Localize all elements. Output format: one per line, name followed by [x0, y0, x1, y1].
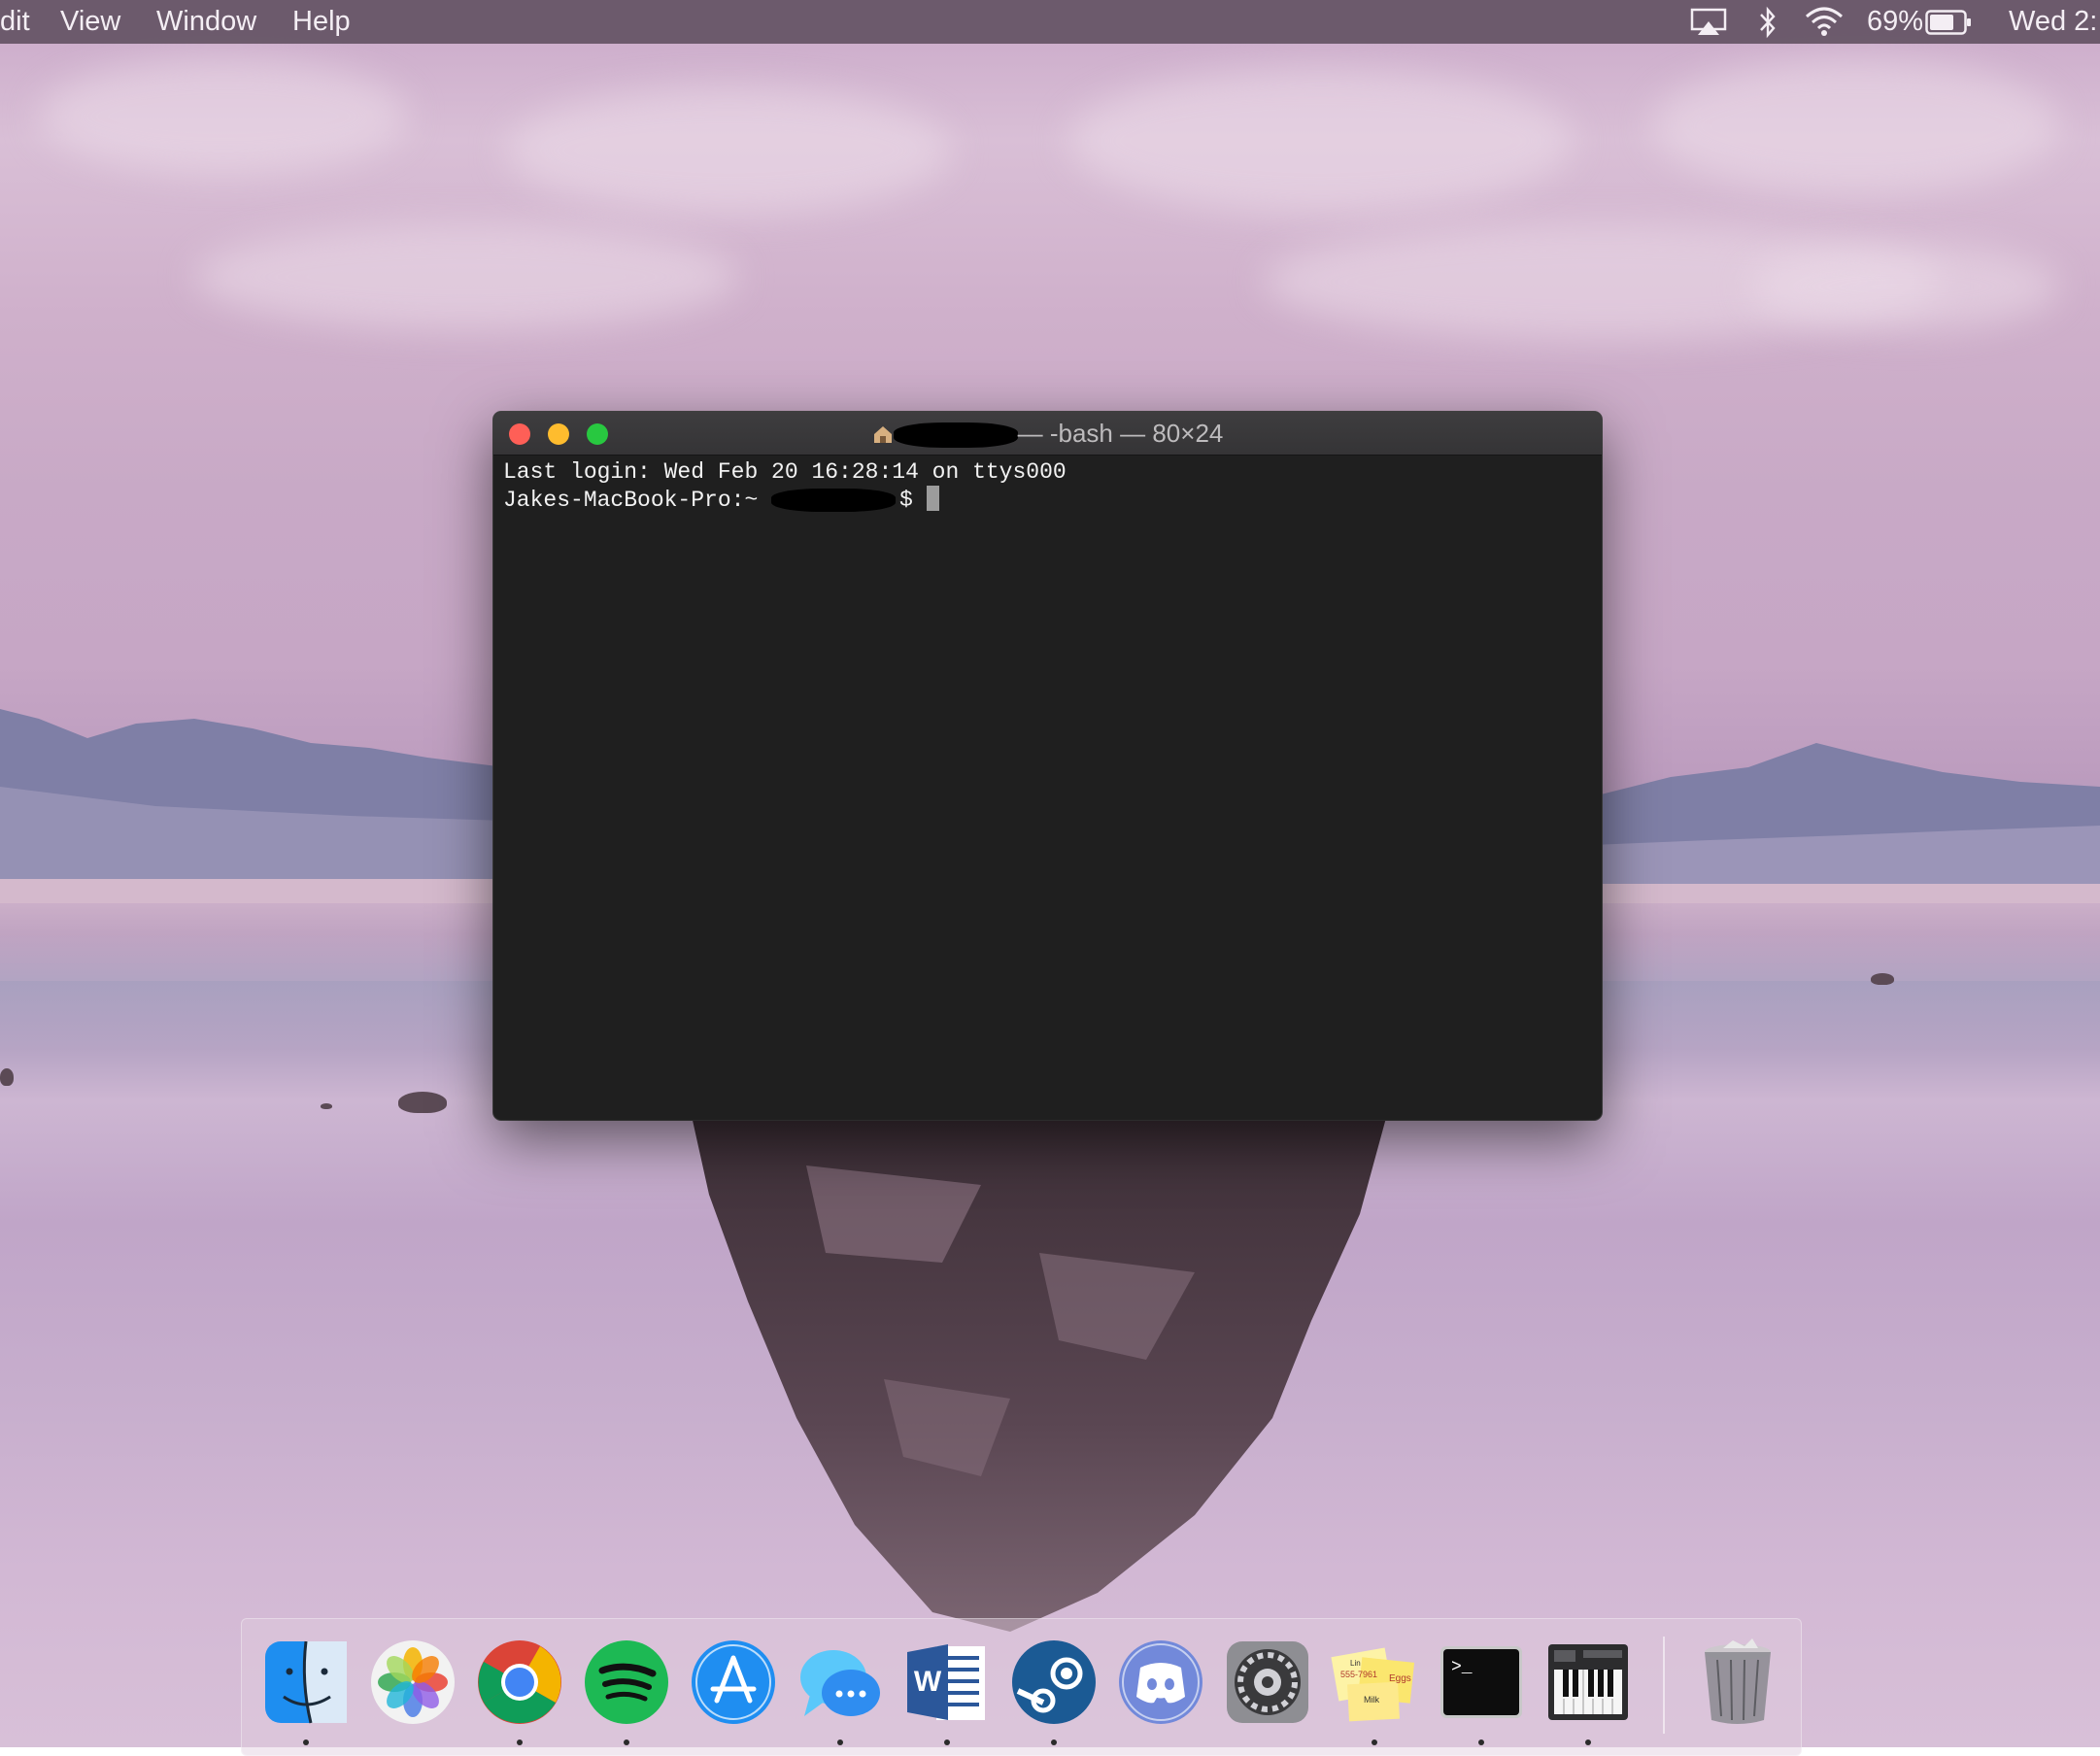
dock-separator — [1663, 1637, 1665, 1734]
redacted-username — [771, 489, 896, 512]
menu-bar: dit View Window Help 69% Wed 2: — [0, 0, 2100, 44]
word-icon[interactable]: W — [903, 1638, 991, 1726]
mountains-right — [1593, 738, 2100, 903]
menu-window[interactable]: Window — [156, 0, 256, 44]
title-bar[interactable]: — -bash — 80×24 — [493, 412, 1602, 456]
last-login-line: Last login: Wed Feb 20 16:28:14 on ttys0… — [503, 458, 1591, 486]
rock — [0, 1068, 14, 1086]
running-indicator-midi-keyboard — [1585, 1739, 1591, 1745]
running-indicator-finder — [303, 1739, 309, 1745]
dock: W Lin 555-7961 Eggs Milk >_ — [241, 1618, 1802, 1756]
spotify-icon[interactable] — [583, 1638, 670, 1726]
sticky-note-text-3: Eggs — [1389, 1673, 1411, 1684]
menu-clock[interactable]: Wed 2: — [2009, 0, 2097, 44]
menu-help[interactable]: Help — [292, 0, 351, 44]
bluetooth-icon[interactable] — [1758, 6, 1778, 39]
window-title-text: — -bash — 80×24 — [1018, 419, 1224, 448]
cloud — [505, 87, 952, 214]
text-cursor — [927, 486, 939, 511]
wifi-icon[interactable] — [1805, 6, 1844, 37]
prompt-host: Jakes-MacBook-Pro:~ — [503, 488, 771, 513]
sticky-note-text-1: Lin — [1350, 1659, 1361, 1668]
running-indicator-chrome — [517, 1739, 523, 1745]
airplay-icon[interactable] — [1690, 8, 1727, 37]
cloud — [1748, 243, 2059, 330]
photos-icon[interactable] — [369, 1638, 457, 1726]
cloud — [194, 223, 738, 330]
finder-icon[interactable] — [262, 1638, 350, 1726]
prompt-line: Jakes-MacBook-Pro:~ $ — [503, 486, 1591, 514]
sticky-note-text-2: 555-7961 — [1340, 1670, 1377, 1679]
running-indicator-stickies — [1372, 1739, 1377, 1745]
redacted-username — [894, 422, 1018, 448]
running-indicator-spotify — [624, 1739, 629, 1745]
messages-icon[interactable] — [796, 1638, 884, 1726]
menu-view[interactable]: View — [60, 0, 120, 44]
rock — [398, 1092, 447, 1113]
battery-icon[interactable] — [1925, 10, 1972, 35]
menu-edit[interactable]: dit — [0, 0, 30, 44]
chrome-icon[interactable] — [476, 1638, 563, 1726]
terminal-window[interactable]: — -bash — 80×24 Last login: Wed Feb 20 1… — [493, 412, 1602, 1120]
midi-keyboard-icon[interactable] — [1544, 1638, 1632, 1726]
rock — [1871, 973, 1894, 985]
running-indicator-steam — [1051, 1739, 1057, 1745]
cloud — [1068, 68, 1574, 214]
cloud — [1651, 58, 2059, 194]
terminal-icon-prompt: >_ — [1451, 1658, 1473, 1677]
cloud — [39, 58, 408, 175]
window-title: — -bash — 80×24 — [493, 412, 1602, 455]
system-preferences-icon[interactable] — [1224, 1638, 1311, 1726]
rock — [321, 1103, 332, 1109]
running-indicator-messages — [837, 1739, 843, 1745]
mountains-left — [0, 699, 505, 903]
trash-icon[interactable] — [1694, 1638, 1781, 1726]
terminal-output[interactable]: Last login: Wed Feb 20 16:28:14 on ttys0… — [503, 458, 1591, 1109]
steam-icon[interactable] — [1010, 1638, 1098, 1726]
terminal-icon[interactable]: >_ — [1438, 1638, 1525, 1726]
app-store-icon[interactable] — [690, 1638, 777, 1726]
stickies-icon[interactable]: Lin 555-7961 Eggs Milk — [1331, 1638, 1418, 1726]
home-folder-icon — [872, 423, 894, 445]
battery-percent[interactable]: 69% — [1867, 0, 1923, 44]
word-icon-letter: W — [914, 1666, 942, 1698]
running-indicator-terminal — [1478, 1739, 1484, 1745]
prompt-symbol: $ — [899, 488, 927, 513]
running-indicator-word — [944, 1739, 950, 1745]
discord-icon[interactable] — [1117, 1638, 1204, 1726]
tufa-reflection — [690, 1107, 1389, 1632]
sticky-note-text-4: Milk — [1364, 1695, 1379, 1705]
